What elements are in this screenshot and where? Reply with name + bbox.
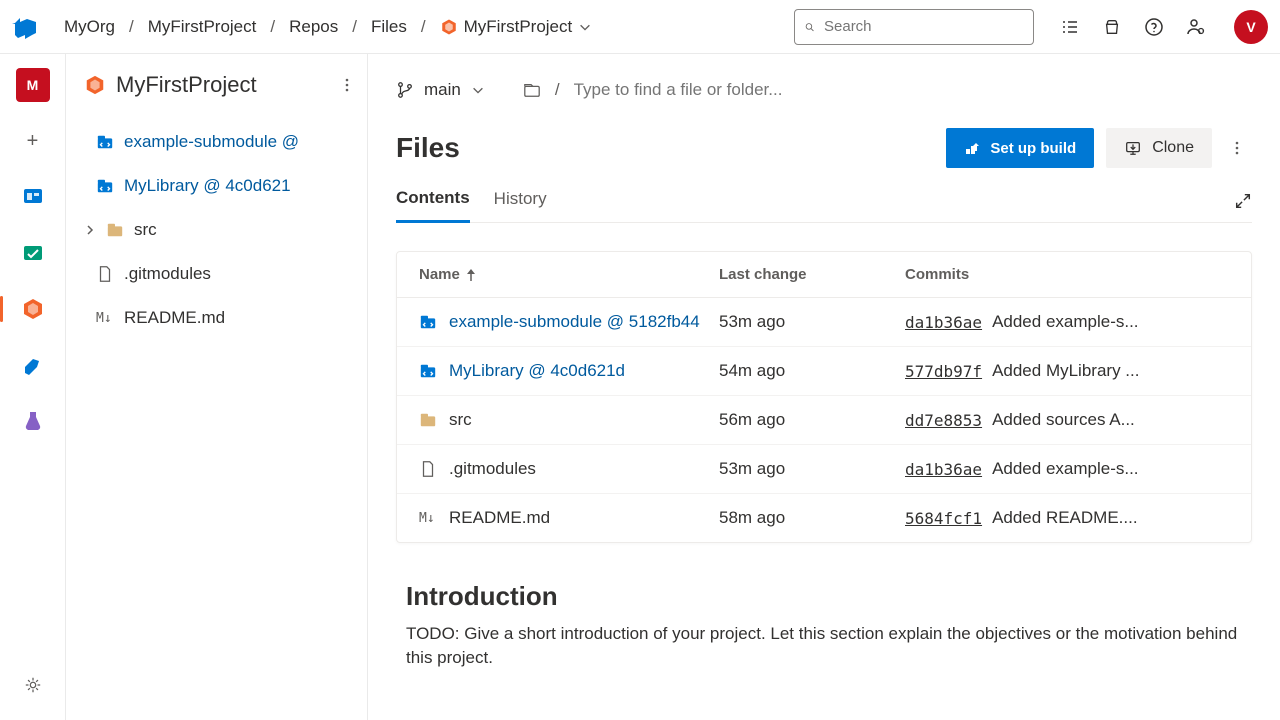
breadcrumb-org[interactable]: MyOrg [64,17,115,37]
folder-outline-icon [523,81,541,99]
path-input[interactable] [574,80,914,100]
tab-history[interactable]: History [494,189,547,221]
submodule-icon [96,177,114,195]
rail-project[interactable]: M [16,68,50,102]
azure-devops-logo[interactable] [12,15,36,39]
markdown-icon: M↓ [96,311,114,326]
work-items-icon[interactable] [1060,17,1080,37]
breadcrumb-subsection[interactable]: Files [371,17,407,37]
tree-item-file[interactable]: M↓ README.md [84,296,359,340]
tab-contents[interactable]: Contents [396,188,470,223]
table-row[interactable]: M↓ README.md 58m ago 5684fcf1Added READM… [397,494,1251,542]
breadcrumb-project[interactable]: MyFirstProject [148,17,257,37]
tree-title: MyFirstProject [116,72,325,98]
submodule-icon [419,313,437,331]
markdown-icon: M↓ [419,511,437,526]
readme-body: TODO: Give a short introduction of your … [406,622,1242,670]
clone-icon [1124,139,1142,157]
commit-hash[interactable]: 5684fcf1 [905,509,982,528]
expand-icon [1234,192,1252,210]
branch-selector[interactable]: main [396,80,485,100]
main-more-button[interactable] [1222,128,1252,168]
table-row[interactable]: .gitmodules 53m ago da1b36aeAdded exampl… [397,445,1251,494]
tree-more-button[interactable] [335,73,359,97]
breadcrumb: MyOrg / MyFirstProject / Repos / Files /… [64,17,592,37]
tree-item-submodule[interactable]: MyLibrary @ 4c0d621 [84,164,359,208]
commit-hash[interactable]: da1b36ae [905,313,982,332]
folder-icon [419,411,437,429]
readme-heading: Introduction [406,581,1242,612]
repo-icon [84,74,106,96]
breadcrumb-repo-selector[interactable]: MyFirstProject [440,17,593,37]
search-icon [805,19,814,35]
breadcrumb-section[interactable]: Repos [289,17,338,37]
table-row[interactable]: src 56m ago dd7e8853Added sources A... [397,396,1251,445]
chevron-down-icon [471,83,485,97]
readme-preview: Introduction TODO: Give a short introduc… [396,581,1252,670]
clone-button[interactable]: Clone [1106,128,1212,168]
branch-icon [396,81,414,99]
rail-settings[interactable] [16,668,50,702]
chevron-down-icon [578,20,592,34]
submodule-icon [96,133,114,151]
more-vertical-icon [1229,140,1245,156]
table-row[interactable]: example-submodule @ 5182fb44 53m ago da1… [397,298,1251,347]
tree-item-folder[interactable]: src [84,208,359,252]
column-header-commits[interactable]: Commits [905,266,1229,283]
commit-hash[interactable]: dd7e8853 [905,411,982,430]
table-row[interactable]: MyLibrary @ 4c0d621d 54m ago 577db97fAdd… [397,347,1251,396]
tree-item-file[interactable]: .gitmodules [84,252,359,296]
column-header-last-change[interactable]: Last change [719,266,905,283]
file-table: Name Last change Commits example-submodu… [396,251,1252,543]
column-header-name[interactable]: Name [419,266,719,283]
repo-icon [440,18,458,36]
setup-build-button[interactable]: Set up build [946,128,1094,168]
rail-repos[interactable] [16,292,50,326]
rail-test-plans[interactable] [16,404,50,438]
search-input[interactable] [794,9,1034,45]
rail-boards[interactable] [16,236,50,270]
rail-add[interactable]: + [16,124,50,158]
marketplace-icon[interactable] [1102,17,1122,37]
folder-icon [106,221,124,239]
commit-hash[interactable]: 577db97f [905,362,982,381]
chevron-right-icon [84,224,96,236]
fullscreen-button[interactable] [1234,192,1252,218]
page-title: Files [396,132,946,164]
submodule-icon [419,362,437,380]
commit-hash[interactable]: da1b36ae [905,460,982,479]
sort-asc-icon [466,269,476,281]
file-icon [419,460,437,478]
more-vertical-icon [339,77,355,93]
file-icon [96,265,114,283]
build-icon [964,140,980,156]
avatar[interactable]: V [1234,10,1268,44]
tree-item-submodule[interactable]: example-submodule @ [84,120,359,164]
user-settings-icon[interactable] [1186,17,1206,37]
help-icon[interactable] [1144,17,1164,37]
rail-overview[interactable] [16,180,50,214]
rail-pipelines[interactable] [16,348,50,382]
